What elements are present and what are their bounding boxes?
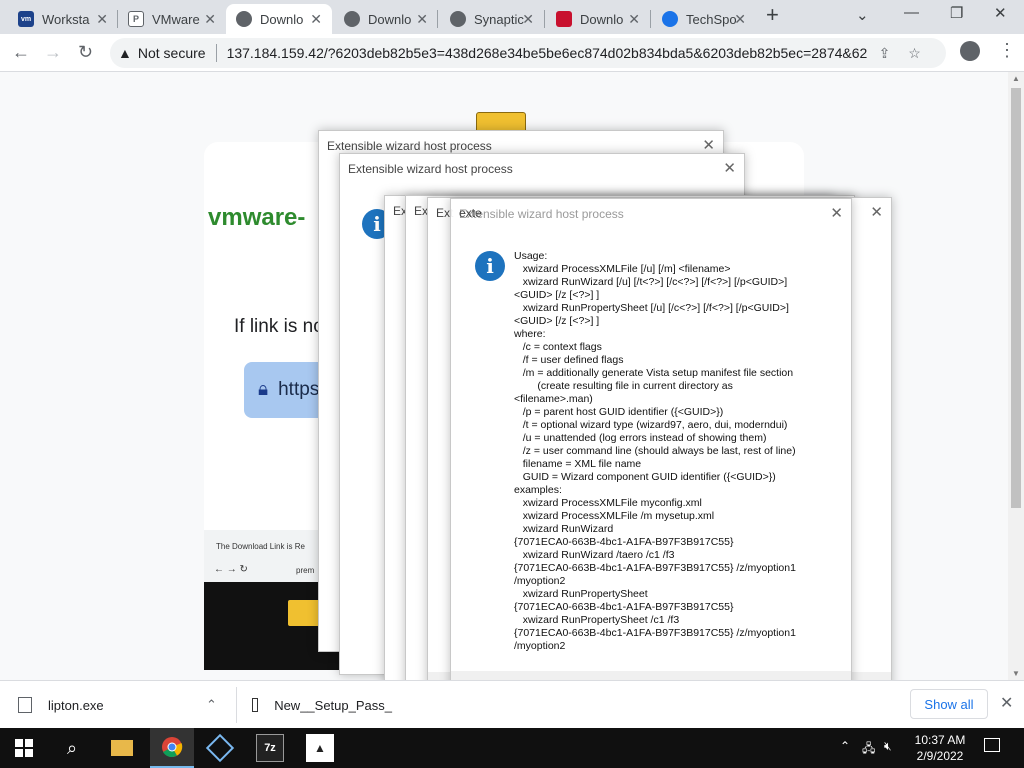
forward-arrow-icon[interactable]: →	[44, 42, 62, 63]
close-icon[interactable]: ✕	[734, 11, 746, 28]
scroll-up-icon[interactable]: ▲	[1012, 74, 1020, 83]
close-icon[interactable]: ✕	[870, 203, 883, 221]
folder-icon	[288, 600, 322, 626]
tab-title: Worksta	[42, 11, 90, 27]
windows-taskbar: ⌕ 7z ▲ ⌃ 🖧︎ 🔇︎ 10:37 AM 2/9/2022	[0, 728, 1024, 768]
show-all-button[interactable]: Show all	[910, 689, 988, 719]
restore-button[interactable]: ❐	[950, 4, 963, 22]
minimize-button[interactable]: —	[904, 4, 919, 21]
new-tab-button[interactable]: +	[766, 2, 779, 28]
tab-title: Downlo	[580, 11, 624, 27]
photos-icon[interactable]: ▲	[306, 734, 334, 762]
windows-start-icon[interactable]	[10, 734, 38, 762]
chrome-icon[interactable]	[150, 728, 194, 768]
lock-icon: 🔒︎	[258, 379, 269, 400]
tab-synaptics[interactable]: Synaptic ✕	[440, 4, 544, 34]
tab-title: TechSpo	[686, 11, 736, 27]
close-icon[interactable]: ✕	[628, 11, 640, 28]
clock-date: 2/9/2022	[916, 749, 964, 763]
close-icon[interactable]: ✕	[830, 204, 843, 222]
reload-icon[interactable]: ↻	[78, 42, 93, 63]
close-icon[interactable]: ✕	[723, 159, 736, 177]
dialog-title: Extensible wizard host process	[348, 162, 513, 176]
close-icon[interactable]: ✕	[204, 11, 216, 28]
tab-title: Downlo	[368, 11, 412, 27]
techspot-icon	[662, 11, 678, 27]
preview-nav-icons: ← → ↻	[214, 564, 248, 575]
page-scrollbar[interactable]: ▲ ▼	[1008, 72, 1024, 680]
download-item-setup[interactable]: New__Setup_Pass_	[252, 681, 392, 729]
app-icon	[556, 11, 572, 27]
tab-download-2[interactable]: Downlo ✕	[334, 4, 438, 34]
file-icon	[18, 697, 32, 713]
tab-download-active[interactable]: Downlo ✕	[226, 4, 332, 34]
system-clock[interactable]: 10:37 AM 2/9/2022	[908, 732, 972, 764]
search-icon[interactable]: ⌕	[58, 734, 86, 762]
download-shelf: lipton.exe ⌃ New__Setup_Pass_ Show all ✕	[0, 680, 1024, 728]
scroll-thumb[interactable]	[1011, 88, 1021, 508]
link-instruction-text: If link is no	[234, 316, 324, 337]
file-explorer-icon[interactable]	[108, 734, 136, 762]
scroll-down-icon[interactable]: ▼	[1012, 669, 1020, 678]
dialog-title: Extensible wizard host process	[459, 207, 624, 221]
p-icon: P	[128, 11, 144, 27]
bookmark-star-icon[interactable]: ☆	[908, 45, 921, 62]
download-item-lipton[interactable]: lipton.exe ⌃	[18, 681, 228, 729]
close-icon[interactable]: ✕	[702, 136, 715, 154]
close-icon[interactable]: ✕	[96, 11, 108, 28]
browser-toolbar: ← → ↻ ▲ Not secure 137.184.159.42/?6203d…	[0, 34, 1024, 72]
tab-strip: vm Worksta ✕ P VMware ✕ Downlo ✕ Downlo …	[0, 0, 1024, 34]
share-icon[interactable]: ⇪	[879, 45, 891, 62]
tab-title: VMware	[152, 11, 200, 27]
back-arrow-icon[interactable]: ←	[12, 42, 30, 63]
tab-title: Downlo	[260, 11, 304, 27]
address-bar[interactable]: ▲ Not secure 137.184.159.42/?6203deb82b5…	[110, 38, 946, 68]
info-icon: i	[475, 251, 505, 281]
globe-icon	[236, 11, 252, 27]
menu-kebab-icon[interactable]: ⋮	[998, 40, 1016, 61]
tab-download-3[interactable]: Downlo ✕	[546, 4, 650, 34]
close-icon[interactable]: ✕	[310, 11, 322, 28]
close-icon[interactable]: ✕	[522, 11, 534, 28]
virtualbox-icon[interactable]	[205, 733, 235, 763]
profile-avatar-icon[interactable]	[960, 41, 980, 61]
download-link-label: https	[278, 379, 320, 400]
dialog-title-fragment: exte	[459, 206, 482, 220]
tab-search-icon[interactable]: ⌄	[856, 6, 869, 24]
usage-message: Usage: xwizard ProcessXMLFile [/u] [/m] …	[514, 250, 796, 652]
url-text[interactable]: 137.184.159.42/?6203deb82b5e3=438d268e34…	[227, 45, 867, 61]
close-icon[interactable]: ✕	[416, 11, 428, 28]
close-window-button[interactable]: ✕	[994, 4, 1007, 22]
tab-techspot[interactable]: TechSpo ✕	[652, 4, 756, 34]
network-icon[interactable]: 🖧︎	[862, 739, 875, 760]
close-shelf-icon[interactable]: ✕	[1000, 693, 1013, 713]
tab-vmware[interactable]: P VMware ✕	[118, 4, 226, 34]
notifications-icon[interactable]	[984, 738, 1000, 752]
preview-title: The Download Link is Re	[216, 542, 305, 551]
7zip-icon[interactable]: 7z	[256, 734, 284, 762]
clock-time: 10:37 AM	[914, 733, 966, 747]
download-filename: lipton.exe	[48, 697, 104, 713]
globe-icon	[450, 11, 466, 27]
archive-icon	[252, 698, 259, 712]
warning-icon[interactable]: ▲	[118, 45, 132, 61]
vmware-logo: vmware-	[208, 204, 306, 231]
chevron-up-icon[interactable]: ⌃	[206, 697, 217, 713]
tab-workstation[interactable]: vm Worksta ✕	[8, 4, 118, 34]
vmware-icon: vm	[18, 11, 34, 27]
preview-url: prem	[296, 566, 315, 575]
security-label[interactable]: Not secure	[138, 45, 206, 61]
tray-chevron-icon[interactable]: ⌃	[840, 739, 850, 753]
volume-muted-icon[interactable]: 🔇︎	[884, 739, 892, 754]
download-filename: New__Setup_Pass_	[274, 697, 392, 713]
tab-title: Synaptic	[474, 11, 524, 27]
globe-icon	[344, 11, 360, 27]
